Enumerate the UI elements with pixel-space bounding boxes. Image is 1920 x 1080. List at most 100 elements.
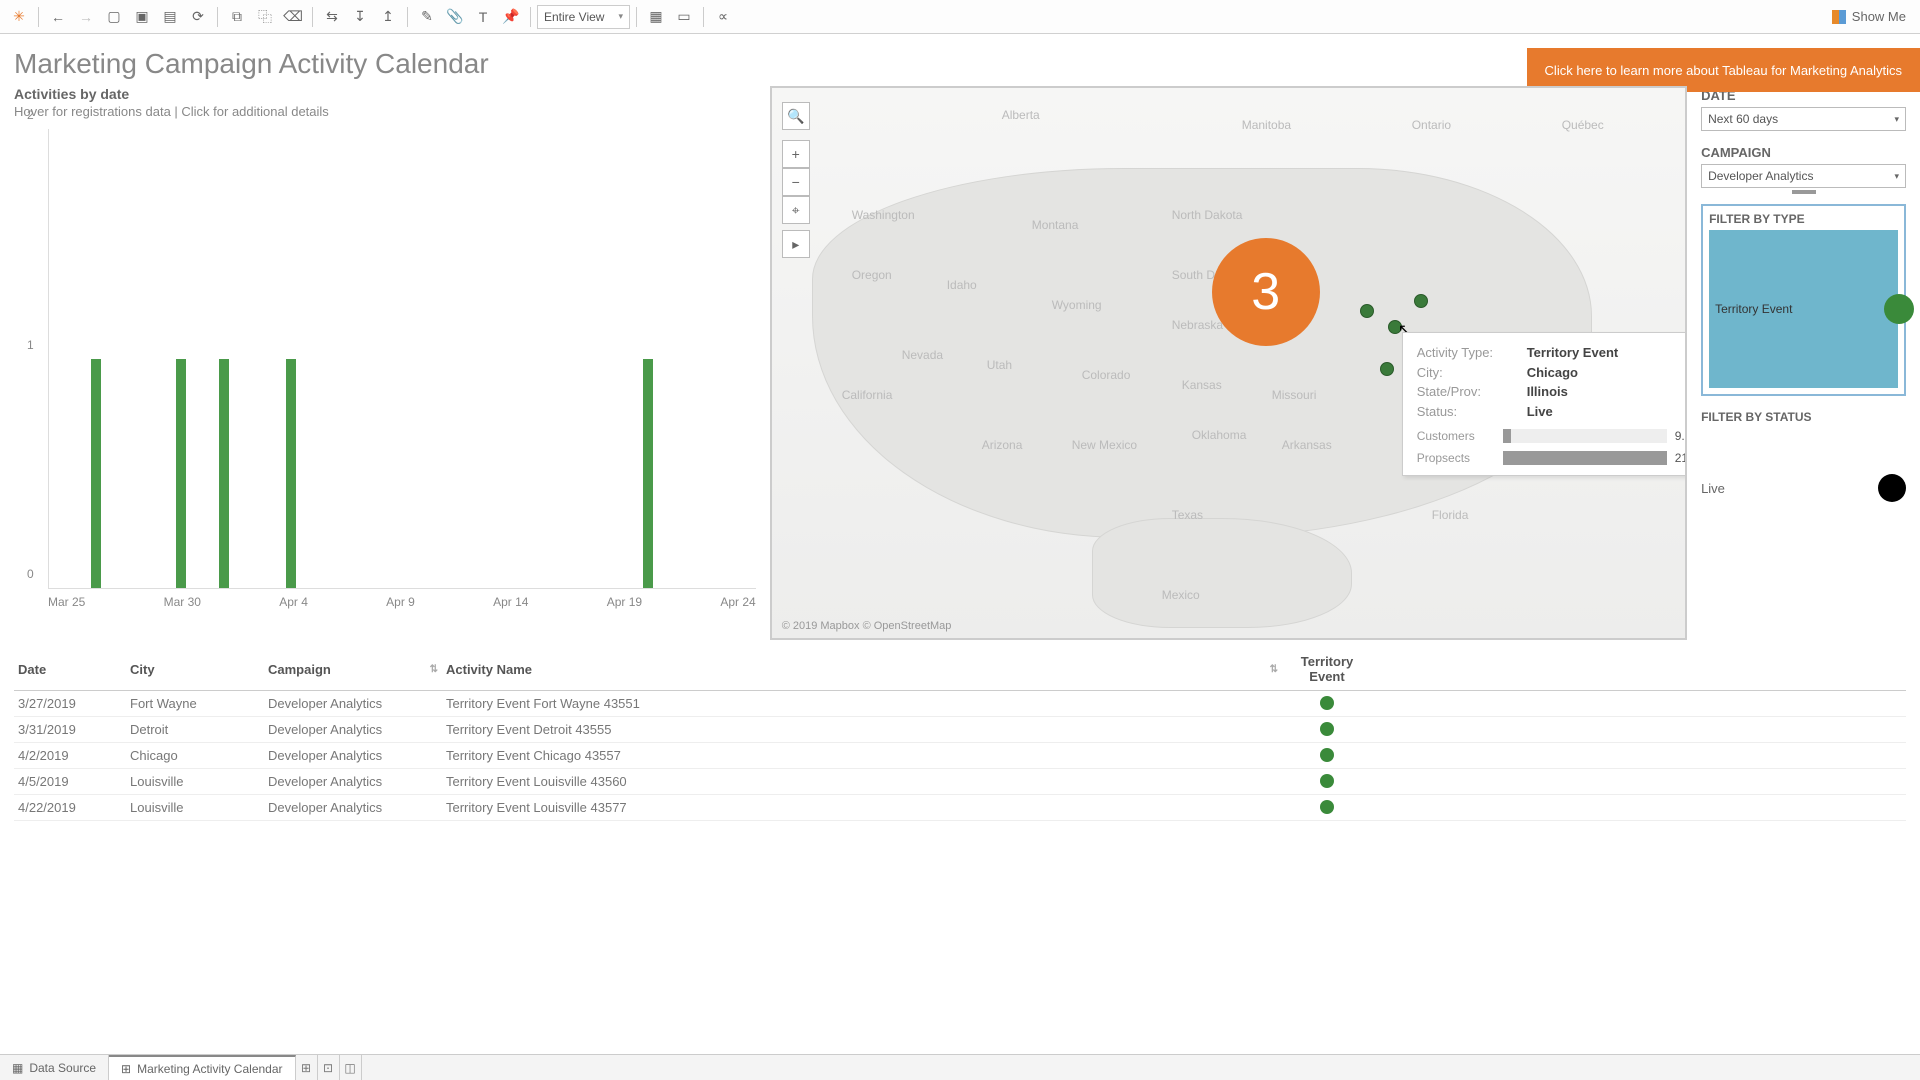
label-icon[interactable]: T <box>470 4 496 30</box>
map-region-label: Mexico <box>1162 588 1200 602</box>
map-reset-icon[interactable]: ⌖ <box>782 196 810 224</box>
map[interactable]: AlbertaManitobaOntarioQuébecWashingtonMo… <box>770 86 1687 640</box>
sort-icon[interactable]: ⇅ <box>1270 664 1278 675</box>
col-type[interactable]: Territory Event <box>1282 652 1372 686</box>
map-region-label: Colorado <box>1082 368 1131 382</box>
dashboard-tab[interactable]: ⊞ Marketing Activity Calendar <box>109 1055 295 1080</box>
map-region-label: Utah <box>987 358 1012 372</box>
new-sheet-icon[interactable]: ⧉ <box>224 4 250 30</box>
map-event-dot[interactable] <box>1414 294 1428 308</box>
back-icon[interactable]: ← <box>45 4 71 30</box>
page-title: Marketing Campaign Activity Calendar <box>14 48 489 80</box>
map-region-label: Texas <box>1172 508 1203 522</box>
map-region-label: Oklahoma <box>1192 428 1247 442</box>
type-legend-dot-icon <box>1884 294 1914 324</box>
pin-icon[interactable]: 📌 <box>498 4 524 30</box>
x-tick: Apr 14 <box>493 595 528 609</box>
refresh-icon[interactable]: ⟳ <box>185 4 211 30</box>
map-search-icon[interactable]: 🔍 <box>782 102 810 130</box>
chart-plot-area[interactable]: 012 <box>48 129 756 589</box>
map-event-dot[interactable] <box>1360 304 1374 318</box>
activities-chart: Activities by date Hover for registratio… <box>14 86 756 640</box>
map-region-label: Kansas <box>1182 378 1222 392</box>
present-icon[interactable]: ▭ <box>671 4 697 30</box>
group-icon[interactable]: 📎 <box>442 4 468 30</box>
chart-bar[interactable] <box>91 359 101 589</box>
map-region-label: Idaho <box>947 278 977 292</box>
y-tick: 0 <box>27 567 34 581</box>
map-region-label: Alberta <box>1002 108 1040 122</box>
map-region-label: California <box>842 388 893 402</box>
table-row[interactable]: 4/2/2019ChicagoDeveloper AnalyticsTerrit… <box>14 743 1906 769</box>
type-filter-box[interactable]: FILTER BY TYPE Territory Event <box>1701 204 1906 396</box>
duplicate-icon[interactable]: ⿻ <box>252 4 278 30</box>
chart-x-axis: Mar 25Mar 30Apr 4Apr 9Apr 14Apr 19Apr 24 <box>48 595 756 609</box>
chart-bar[interactable] <box>176 359 186 589</box>
x-tick: Apr 4 <box>279 595 308 609</box>
new-story-icon[interactable]: ◫ <box>340 1055 362 1080</box>
map-attribution: © 2019 Mapbox © OpenStreetMap <box>782 620 952 632</box>
chart-bar[interactable] <box>643 359 653 589</box>
status-filter-label: FILTER BY STATUS <box>1701 410 1906 424</box>
map-region-label: Manitoba <box>1242 118 1291 132</box>
swap-icon[interactable]: ⇆ <box>319 4 345 30</box>
chart-bar[interactable] <box>286 359 296 589</box>
map-zoom-out-icon[interactable]: − <box>782 168 810 196</box>
events-table: Date City Campaign⇅ Activity Name⇅ Terri… <box>14 648 1906 821</box>
x-tick: Apr 19 <box>607 595 642 609</box>
map-zoom-in-icon[interactable]: + <box>782 140 810 168</box>
x-tick: Mar 30 <box>164 595 201 609</box>
show-me-button[interactable]: Show Me <box>1824 9 1914 24</box>
map-pan-icon[interactable]: ▸ <box>782 230 810 258</box>
map-region-label: Arizona <box>982 438 1023 452</box>
campaign-filter-select[interactable]: Developer Analytics <box>1701 164 1906 188</box>
table-header: Date City Campaign⇅ Activity Name⇅ Terri… <box>14 648 1906 691</box>
table-row[interactable]: 4/22/2019LouisvilleDeveloper AnalyticsTe… <box>14 795 1906 821</box>
chart-title: Activities by date <box>14 86 756 102</box>
share-icon[interactable]: ∝ <box>710 4 736 30</box>
map-event-dot[interactable] <box>1380 362 1394 376</box>
forward-icon[interactable]: → <box>73 4 99 30</box>
sort-icon[interactable]: ⇅ <box>430 664 438 675</box>
col-campaign[interactable]: Campaign⇅ <box>264 652 442 686</box>
toolbar: ✳ ← → ▢ ▣ ▤ ⟳ ⧉ ⿻ ⌫ ⇆ ↧ ↥ ✎ 📎 T 📌 Entire… <box>0 0 1920 34</box>
col-city[interactable]: City <box>126 652 264 686</box>
table-row[interactable]: 3/31/2019DetroitDeveloper AnalyticsTerri… <box>14 717 1906 743</box>
event-dot-icon <box>1320 696 1334 710</box>
map-region-label: Arkansas <box>1282 438 1332 452</box>
map-region-label: Washington <box>852 208 915 222</box>
new-datasource-icon[interactable]: ▣ <box>129 4 155 30</box>
highlight-icon[interactable]: ✎ <box>414 4 440 30</box>
save-icon[interactable]: ▢ <box>101 4 127 30</box>
event-dot-icon <box>1320 800 1334 814</box>
table-row[interactable]: 3/27/2019Fort WayneDeveloper AnalyticsTe… <box>14 691 1906 717</box>
clear-icon[interactable]: ⌫ <box>280 4 306 30</box>
col-date[interactable]: Date <box>14 652 126 686</box>
map-region-label: Québec <box>1562 118 1604 132</box>
type-filter-label: FILTER BY TYPE <box>1709 212 1898 226</box>
map-region-label: North Dakota <box>1172 208 1243 222</box>
status-filter-row[interactable]: Live <box>1701 474 1906 502</box>
sort-desc-icon[interactable]: ↥ <box>375 4 401 30</box>
table-row[interactable]: 4/5/2019LouisvilleDeveloper AnalyticsTer… <box>14 769 1906 795</box>
col-activity[interactable]: Activity Name⇅ <box>442 652 1282 686</box>
chart-bar[interactable] <box>219 359 229 589</box>
event-dot-icon <box>1320 774 1334 788</box>
fit-select[interactable]: Entire View <box>537 5 630 29</box>
date-filter-select[interactable]: Next 60 days <box>1701 107 1906 131</box>
status-legend-dot-icon <box>1878 474 1906 502</box>
sort-asc-icon[interactable]: ↧ <box>347 4 373 30</box>
new-worksheet-icon[interactable]: ⊞ <box>296 1055 318 1080</box>
x-tick: Apr 9 <box>386 595 415 609</box>
pause-icon[interactable]: ▤ <box>157 4 183 30</box>
logo-icon[interactable]: ✳ <box>6 4 32 30</box>
new-dashboard-icon[interactable]: ⊡ <box>318 1055 340 1080</box>
type-filter-chip[interactable]: Territory Event <box>1709 230 1898 388</box>
map-region-label: Wyoming <box>1052 298 1102 312</box>
chart-subtitle: Hover for registrations data | Click for… <box>14 104 756 119</box>
map-cluster-dot[interactable]: 3 <box>1212 238 1320 346</box>
map-region-label: Ontario <box>1412 118 1451 132</box>
cards-icon[interactable]: ▦ <box>643 4 669 30</box>
data-source-tab[interactable]: ▦ Data Source <box>0 1055 109 1080</box>
map-region-label: Oregon <box>852 268 892 282</box>
